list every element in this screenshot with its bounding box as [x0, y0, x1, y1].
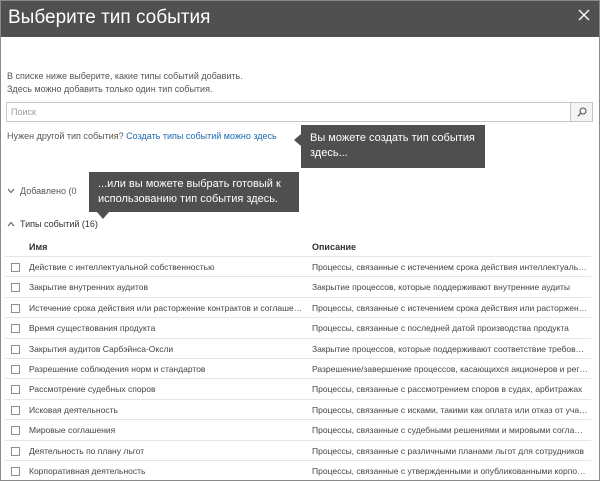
event-types-table: Действие с интеллектуальной собственност…: [5, 256, 591, 480]
chevron-up-icon: [7, 218, 17, 230]
row-description: Процессы, связанные с последней датой пр…: [312, 323, 569, 334]
table-row[interactable]: Мировые соглашения Процессы, связанные с …: [5, 419, 591, 439]
search-box: [6, 102, 593, 122]
intro-text: В списке ниже выберите, какие типы событ…: [7, 70, 243, 96]
row-description: Процессы, связанные с утвержденными и оп…: [312, 465, 588, 476]
search-input[interactable]: [7, 103, 569, 121]
table-row[interactable]: Действие с интеллектуальной собственност…: [5, 256, 591, 276]
row-checkbox[interactable]: [11, 446, 20, 456]
row-name: Исковая деятельность: [29, 404, 118, 415]
table-row[interactable]: Корпоративная деятельность Процессы, связ…: [5, 459, 591, 480]
row-description: Процессы, связанные с различными планами…: [312, 445, 585, 456]
section-types-label: Типы событий (16): [20, 219, 98, 229]
column-header-name: Имя: [29, 242, 48, 252]
create-type-callout: Вы можете создать тип события здесь...: [294, 125, 485, 168]
table-row[interactable]: Истечение срока действия или расторжение…: [5, 296, 591, 317]
table-row[interactable]: Время существования продукта Процессы, св…: [5, 317, 591, 337]
table-row[interactable]: Рассмотрение судебных споров Процессы, св…: [5, 378, 591, 398]
create-event-types-link[interactable]: Создать типы событий можно здесь: [126, 131, 277, 141]
other-type-hint: Нужен другой тип события? Создать типы с…: [7, 130, 277, 142]
row-checkbox[interactable]: [11, 405, 20, 415]
row-description: Закрытие процессов, которые поддерживают…: [312, 282, 570, 293]
row-checkbox[interactable]: [11, 344, 20, 354]
row-description: Процессы, связанные с исками, такими как…: [312, 404, 588, 415]
row-description: Процессы, связанные с рассмотрением спор…: [312, 384, 583, 395]
dialog-header: Выберите тип события: [1, 1, 599, 37]
row-name: Мировые соглашения: [29, 425, 116, 436]
search-button[interactable]: [570, 103, 592, 121]
row-checkbox[interactable]: [11, 283, 20, 293]
row-checkbox[interactable]: [11, 263, 20, 272]
intro-line-2: Здесь можно добавить только один тип соб…: [7, 84, 213, 94]
table-row[interactable]: Деятельность по плану льгот Процессы, свя…: [5, 439, 591, 460]
section-added[interactable]: Добавлено (0: [7, 185, 76, 197]
row-checkbox[interactable]: [11, 324, 20, 334]
section-added-label: Добавлено (0: [20, 186, 77, 196]
row-name: Закрытие внутренних аудитов: [29, 282, 149, 293]
row-description: Разрешение/завершение процессов, касающи…: [312, 363, 588, 374]
row-name: Рассмотрение судебных споров: [29, 384, 156, 395]
row-description: Процессы, связанные с истечением срока д…: [312, 302, 588, 313]
dialog-title: Выберите тип события: [8, 7, 211, 28]
row-description: Процессы, связанные с судебными решениям…: [312, 425, 588, 436]
row-name: Корпоративная деятельность: [29, 465, 146, 476]
table-row[interactable]: Разрешение соблюдения норм и стандартов Р…: [5, 357, 591, 378]
row-name: Время существования продукта: [29, 323, 156, 334]
row-name: Закрытия аудитов Сарбэйнса-Оксли: [29, 343, 174, 354]
row-description: Процессы, связанные с истечением срока д…: [312, 262, 588, 272]
row-name: Разрешение соблюдения норм и стандартов: [29, 363, 206, 374]
choose-type-callout: ...или вы можете выбрать готовый к испол…: [89, 172, 299, 219]
search-icon: [577, 107, 587, 117]
table-row[interactable]: Исковая деятельность Процессы, связанные …: [5, 398, 591, 419]
row-name: Действие с интеллектуальной собственност…: [29, 262, 215, 272]
select-event-type-dialog: Выберите тип события В списке ниже выбер…: [0, 0, 600, 481]
row-description: Закрытие процессов, которые поддерживают…: [312, 343, 588, 354]
row-checkbox[interactable]: [11, 364, 20, 374]
row-checkbox[interactable]: [11, 466, 20, 476]
chevron-down-icon: [7, 185, 17, 197]
row-name: Истечение срока действия или расторжение…: [29, 302, 304, 313]
close-icon[interactable]: [578, 9, 592, 23]
intro-line-1: В списке ниже выберите, какие типы событ…: [7, 71, 243, 81]
row-checkbox[interactable]: [11, 426, 20, 436]
table-row[interactable]: Закрытия аудитов Сарбэйнса-Оксли Закрытие…: [5, 337, 591, 358]
row-checkbox[interactable]: [11, 303, 20, 313]
table-row[interactable]: Закрытие внутренних аудитов Закрытие проц…: [5, 276, 591, 296]
section-event-types[interactable]: Типы событий (16): [7, 218, 98, 230]
row-checkbox[interactable]: [11, 385, 20, 395]
row-name: Деятельность по плану льгот: [29, 445, 145, 456]
other-type-prefix: Нужен другой тип события?: [7, 131, 124, 141]
column-header-description: Описание: [312, 242, 357, 252]
